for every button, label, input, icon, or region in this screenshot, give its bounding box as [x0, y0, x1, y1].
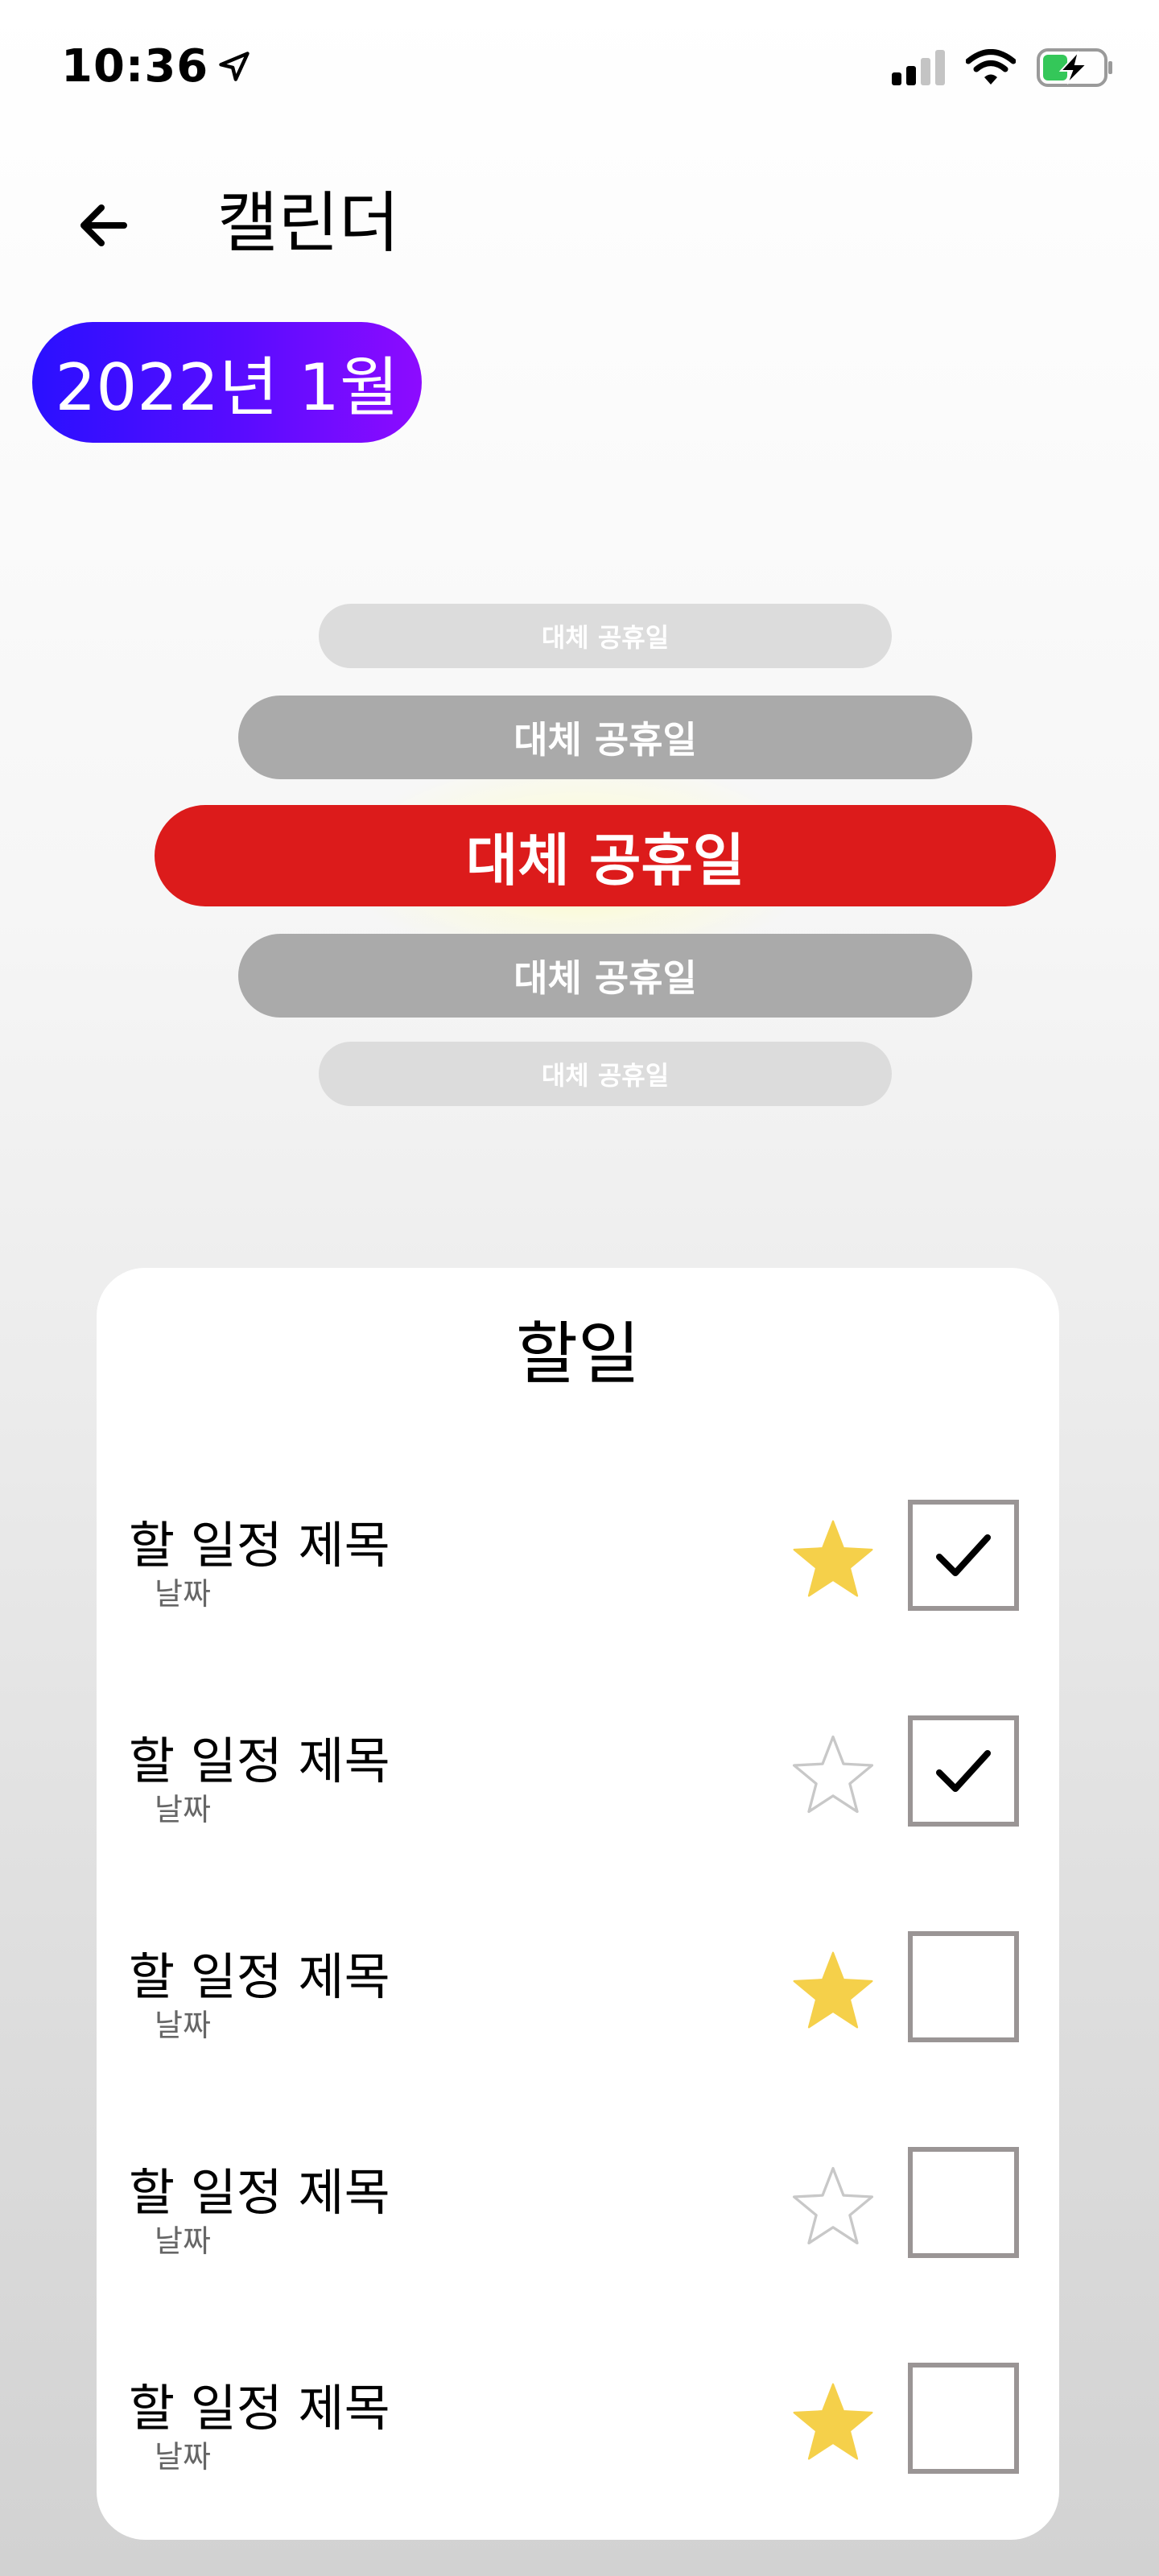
location-arrow-icon	[219, 51, 250, 81]
todo-item-checkbox[interactable]	[908, 1931, 1019, 2042]
todo-item-title: 할 일정 제목	[129, 2379, 390, 2438]
todo-item-date: 날짜	[155, 2223, 211, 2259]
arrow-left-icon	[80, 204, 127, 246]
picker-item[interactable]: 대체 공휴일	[238, 696, 972, 779]
todo-item-checkbox[interactable]	[908, 2363, 1019, 2474]
status-indicators	[892, 48, 1114, 87]
star-outline-icon[interactable]	[789, 2163, 877, 2252]
todo-item-checkbox[interactable]	[908, 1715, 1019, 1827]
picker-item-label: 대체 공휴일	[465, 827, 745, 894]
back-button[interactable]	[71, 193, 135, 258]
todo-item-date: 날짜	[155, 2008, 211, 2043]
todo-card: 할일 할 일정 제목 날짜 할 일정 제목 날짜 할 일정 제목 날짜 할 일정 제목 날짜 할…	[97, 1268, 1059, 2540]
picker-item-label: 대체 공휴일	[514, 956, 697, 1000]
todo-item[interactable]: 할 일정 제목 날짜	[97, 2147, 1059, 2276]
picker-item-label: 대체 공휴일	[541, 1060, 670, 1091]
wifi-icon	[966, 49, 1016, 85]
todo-item-checkbox[interactable]	[908, 1500, 1019, 1611]
picker-item[interactable]: 대체 공휴일	[319, 1042, 892, 1106]
picker-item-selected[interactable]: 대체 공휴일	[155, 805, 1056, 906]
star-outline-icon[interactable]	[789, 1732, 877, 1820]
todo-item-date: 날짜	[155, 1576, 211, 1612]
picker-item[interactable]: 대체 공휴일	[238, 934, 972, 1018]
star-filled-icon[interactable]	[789, 1516, 877, 1604]
status-time: 10:36	[61, 40, 252, 93]
star-filled-icon[interactable]	[789, 1947, 877, 2036]
picker-item-label: 대체 공휴일	[541, 622, 670, 653]
todo-item[interactable]: 할 일정 제목 날짜	[97, 1931, 1059, 2060]
todo-item-title: 할 일정 제목	[129, 1947, 390, 2006]
star-filled-icon[interactable]	[789, 2379, 877, 2467]
todo-item-checkbox[interactable]	[908, 2147, 1019, 2258]
todo-item[interactable]: 할 일정 제목 날짜	[97, 1500, 1059, 1629]
todo-item[interactable]: 할 일정 제목 날짜	[97, 1715, 1059, 1844]
todo-item-date: 날짜	[155, 1792, 211, 1827]
cellular-signal-icon	[892, 50, 945, 85]
todo-item-title: 할 일정 제목	[129, 1732, 390, 1790]
todo-item-title: 할 일정 제목	[129, 2163, 390, 2222]
checkmark-icon	[936, 1534, 991, 1576]
month-selector-button[interactable]: 2022년 1월	[32, 322, 422, 443]
battery-charging-icon	[1037, 48, 1112, 87]
status-time-text: 10:36	[61, 40, 209, 93]
month-label: 2022년 1월	[55, 350, 399, 425]
checkmark-icon	[936, 1750, 991, 1792]
todo-item-date: 날짜	[155, 2439, 211, 2475]
todo-item-title: 할 일정 제목	[129, 1516, 390, 1575]
todo-card-title: 할일	[515, 1315, 641, 1393]
picker-item-label: 대체 공휴일	[514, 718, 697, 762]
todo-item[interactable]: 할 일정 제목 날짜	[97, 2363, 1059, 2491]
picker-item[interactable]: 대체 공휴일	[319, 604, 892, 668]
page-title: 캘린더	[217, 185, 400, 262]
